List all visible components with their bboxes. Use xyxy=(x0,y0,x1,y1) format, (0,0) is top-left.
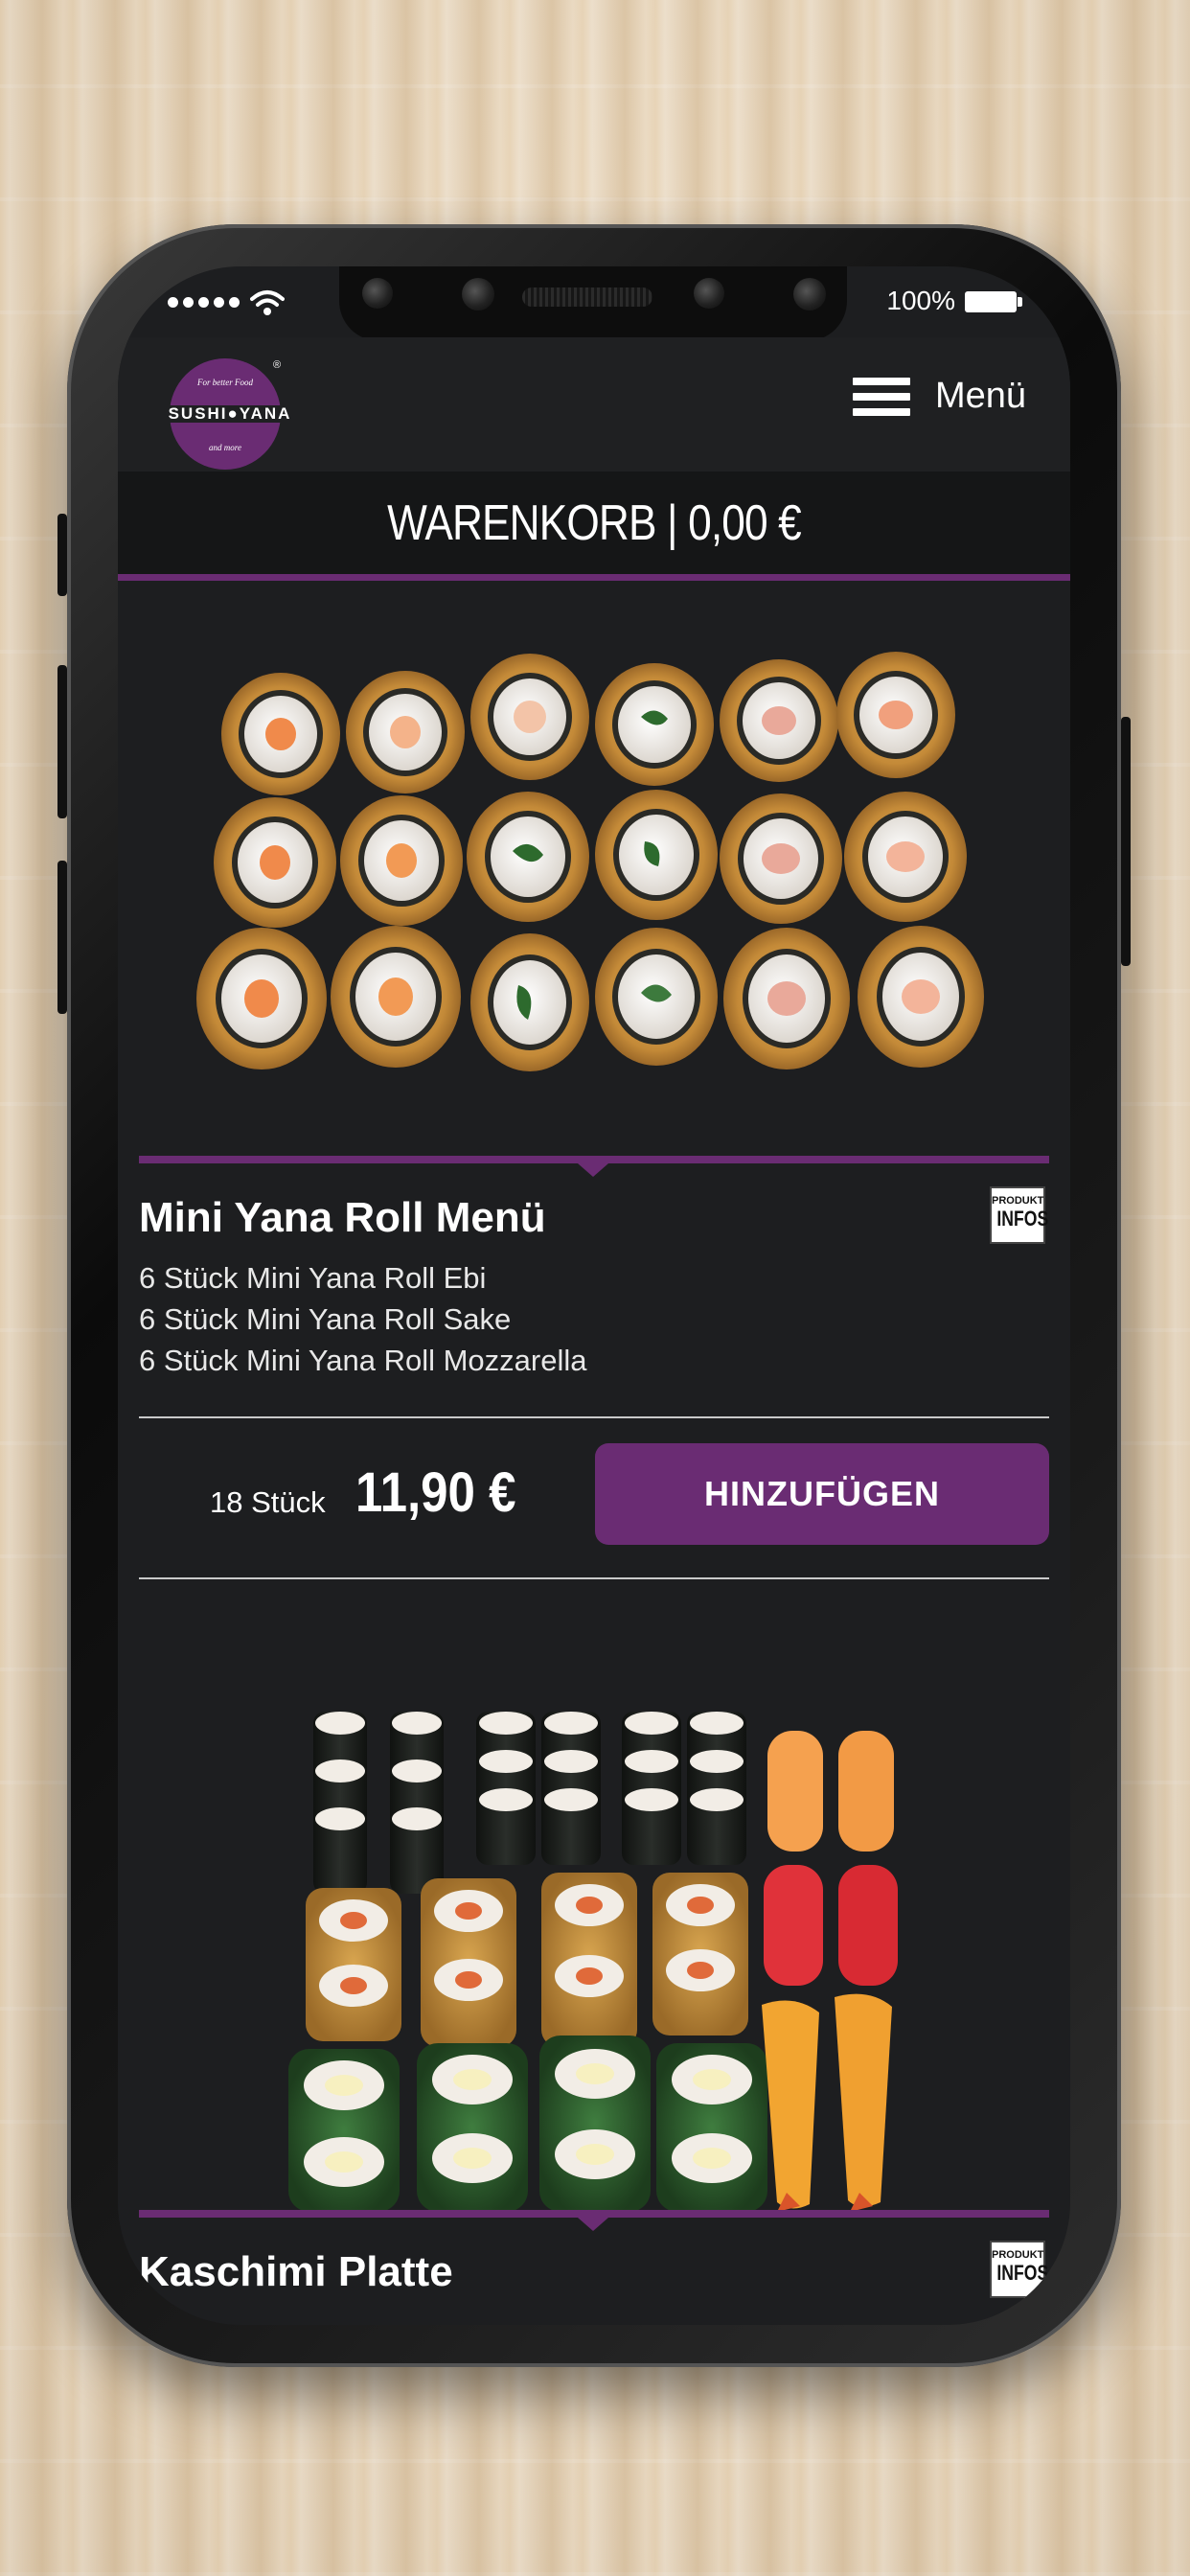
svg-text:SUSHI●YANA: SUSHI●YANA xyxy=(169,404,292,423)
svg-text:and more: and more xyxy=(209,443,241,452)
product-description-line: 6 Stück Mini Yana Roll Sake xyxy=(139,1302,512,1336)
product-divider-pointer xyxy=(578,2218,608,2231)
product-image-kaschimi-platte[interactable] xyxy=(139,1618,1049,2212)
battery-percentage: 100% xyxy=(886,286,955,315)
ambient-sensor-icon xyxy=(793,278,826,310)
product-price: 11,90 € xyxy=(355,1461,516,1524)
cellular-signal-icon xyxy=(168,297,240,308)
menu-label: Menü xyxy=(934,376,1026,416)
volume-down-button xyxy=(57,861,67,1014)
divider xyxy=(139,1577,1049,1579)
mute-switch xyxy=(57,514,67,596)
earpiece-speaker xyxy=(522,288,652,307)
app-header: For better Food SUSHI●YANA and more ® Me… xyxy=(118,337,1070,472)
power-button xyxy=(1121,717,1131,966)
product-info-icon[interactable]: PRODUKT INFOS xyxy=(990,2241,1048,2298)
svg-text:For better Food: For better Food xyxy=(196,378,253,387)
product-divider-accent xyxy=(139,2210,1049,2218)
product-title: Mini Yana Roll Menü xyxy=(139,1194,546,1241)
divider xyxy=(139,1416,1049,1418)
svg-text:®: ® xyxy=(273,359,281,371)
product-description-line: 6 Stück Mini Yana Roll Mozzarella xyxy=(139,1344,587,1377)
front-camera-icon xyxy=(362,278,393,309)
proximity-sensor-icon xyxy=(694,278,724,309)
hamburger-menu-icon xyxy=(852,377,910,416)
product-info-icon[interactable]: PRODUKT INFOS xyxy=(990,1186,1048,1244)
product-divider-pointer xyxy=(578,1163,608,1177)
product-divider-accent xyxy=(139,1156,1049,1163)
sushi-yana-logo[interactable]: For better Food SUSHI●YANA and more ® xyxy=(139,356,321,472)
cart-total: WARENKORB | 0,00 € xyxy=(387,495,802,551)
wifi-icon xyxy=(250,290,285,315)
product-description-line: 6 Stück Mini Yana Roll Ebi xyxy=(139,1261,487,1295)
add-to-cart-button[interactable]: HINZUFÜGEN xyxy=(595,1443,1049,1545)
phone-screen: 100% For better Food SUSHI●YANA and more… xyxy=(118,266,1070,2325)
sensor-icon xyxy=(462,278,494,310)
product-title: Kaschimi Platte xyxy=(139,2248,453,2295)
product-quantity: 18 Stück xyxy=(210,1485,326,1519)
camera-notch xyxy=(339,266,847,341)
battery-icon xyxy=(965,291,1022,312)
cart-bar[interactable]: WARENKORB | 0,00 € xyxy=(118,472,1070,581)
volume-up-button xyxy=(57,665,67,818)
menu-button[interactable]: Menü xyxy=(852,376,1026,417)
product-image-mini-yana-roll[interactable] xyxy=(139,621,1049,1158)
